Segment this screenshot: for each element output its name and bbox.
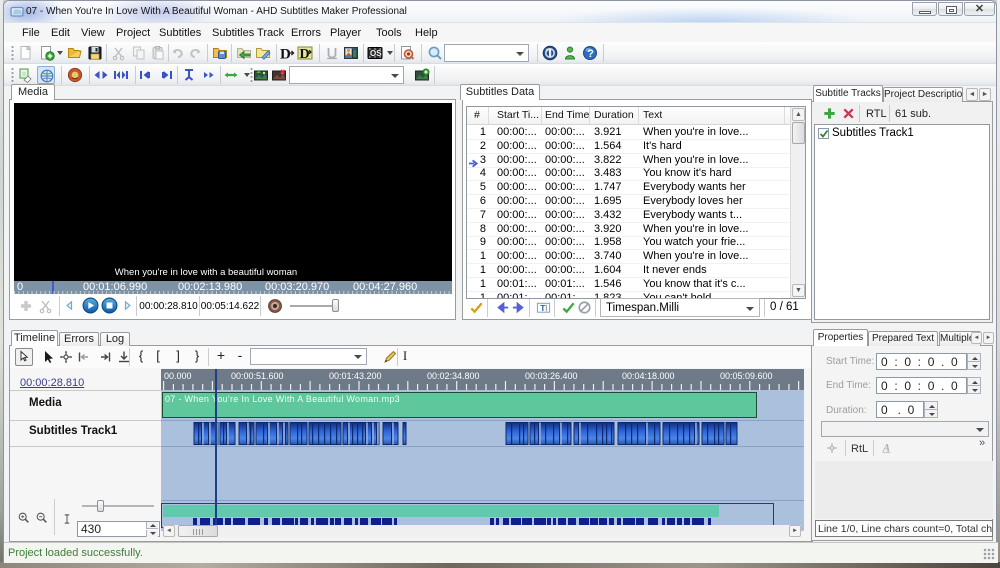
svg-text:T: T [540,303,546,313]
svg-text:D: D [280,47,291,62]
svg-text:D: D [300,47,310,61]
